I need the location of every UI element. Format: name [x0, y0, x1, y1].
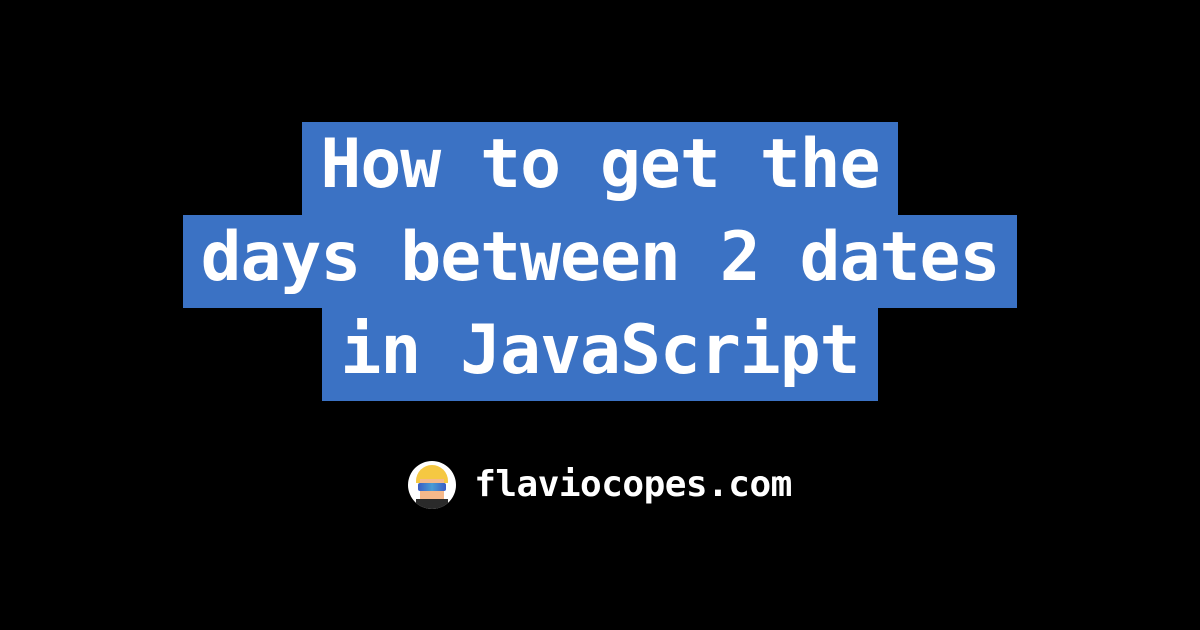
footer: flaviocopes.com	[408, 461, 792, 509]
title-line-2: days between 2 dates	[183, 215, 1018, 308]
title-line-1: How to get the	[302, 122, 897, 215]
article-title: How to get the days between 2 dates in J…	[183, 122, 1018, 401]
title-line-3: in JavaScript	[322, 308, 877, 401]
author-avatar-icon	[408, 461, 456, 509]
site-name: flaviocopes.com	[474, 464, 792, 505]
